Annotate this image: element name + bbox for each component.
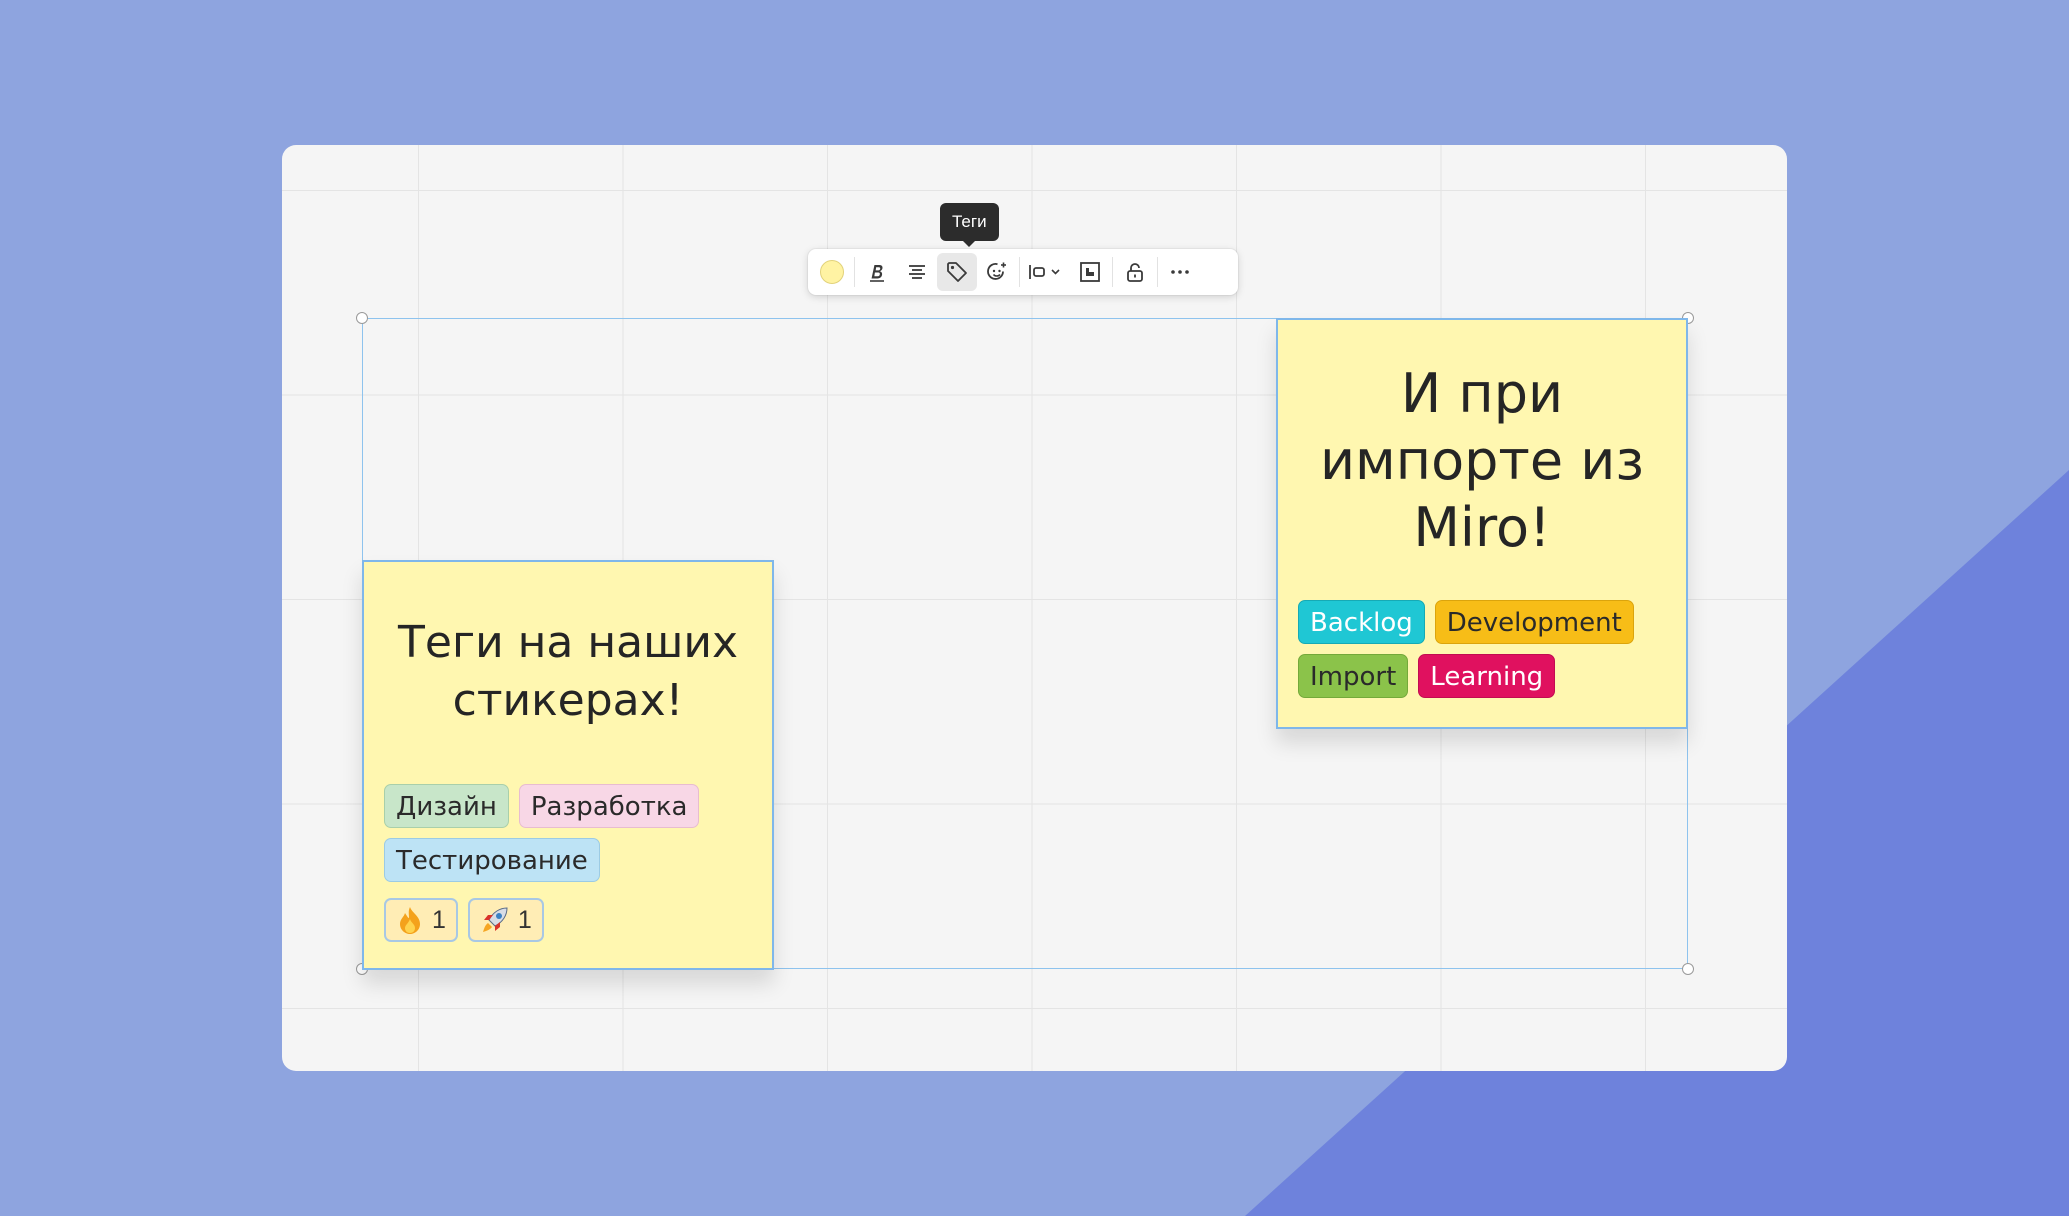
toolbar-divider <box>854 257 855 287</box>
reaction-rocket[interactable]: 1 <box>467 898 544 942</box>
tag-development[interactable]: Development <box>1434 600 1634 644</box>
reaction-fire[interactable]: 1 <box>384 898 458 942</box>
bold-icon <box>870 265 884 282</box>
tooltip-tags: Теги <box>940 203 999 247</box>
bold-button[interactable] <box>857 253 897 291</box>
color-swatch-icon <box>820 260 844 284</box>
context-toolbar <box>808 249 1238 295</box>
tag-import[interactable]: Import <box>1298 654 1409 698</box>
tag-development[interactable]: Разработка <box>518 784 700 828</box>
sticky-text: Теги на наших стикерах! <box>364 614 772 730</box>
align-center-icon <box>909 265 925 279</box>
toolbar-divider <box>1019 257 1020 287</box>
frame-button[interactable] <box>1070 253 1110 291</box>
tag-learning[interactable]: Learning <box>1418 654 1556 698</box>
sticky-text-line: импорте из <box>1319 429 1645 492</box>
toolbar-divider <box>1157 257 1158 287</box>
frame-icon <box>1080 262 1100 282</box>
sticky-text-line: стикерах! <box>452 675 684 726</box>
more-icon <box>1171 270 1189 274</box>
add-reaction-button[interactable] <box>977 253 1017 291</box>
more-options-button[interactable] <box>1160 253 1200 291</box>
sticky-text-line: И при <box>1400 362 1564 425</box>
whiteboard-canvas[interactable]: Теги на наших стикерах! Дизайн Разработк… <box>282 145 1787 1071</box>
text-align-button[interactable] <box>897 253 937 291</box>
sticky-text-line: Теги на наших <box>398 617 738 668</box>
tag-icon <box>947 262 967 282</box>
tag-list: Backlog Development Import Learning <box>1298 600 1638 698</box>
tag-backlog[interactable]: Backlog <box>1298 600 1425 644</box>
tag-testing[interactable]: Тестирование <box>384 838 600 882</box>
lock-toggle-button[interactable] <box>1115 253 1155 291</box>
fire-icon <box>396 905 424 935</box>
align-left-dropdown-icon <box>1029 265 1060 279</box>
reaction-count: 1 <box>517 905 532 934</box>
tag-design[interactable]: Дизайн <box>384 784 509 828</box>
unlock-icon <box>1127 263 1143 282</box>
alignment-dropdown-button[interactable] <box>1022 253 1070 291</box>
resize-handle-top-left[interactable] <box>356 312 368 324</box>
emoji-icon <box>987 262 1006 280</box>
sticky-note-right[interactable]: И при импорте из Miro! Backlog Developme… <box>1276 318 1688 729</box>
tags-button[interactable] <box>937 253 977 291</box>
tag-list: Дизайн Разработка Тестирование <box>384 784 714 882</box>
rocket-icon <box>480 905 510 935</box>
reaction-count: 1 <box>432 905 446 934</box>
resize-handle-bottom-right[interactable] <box>1682 963 1694 975</box>
sticky-text: И при импорте из Miro! <box>1278 360 1686 561</box>
sticky-note-left[interactable]: Теги на наших стикерах! Дизайн Разработк… <box>362 560 774 970</box>
sticky-text-line: Miro! <box>1413 496 1551 559</box>
color-picker-button[interactable] <box>812 253 852 291</box>
reaction-list: 1 1 <box>384 898 544 942</box>
toolbar-divider <box>1112 257 1113 287</box>
